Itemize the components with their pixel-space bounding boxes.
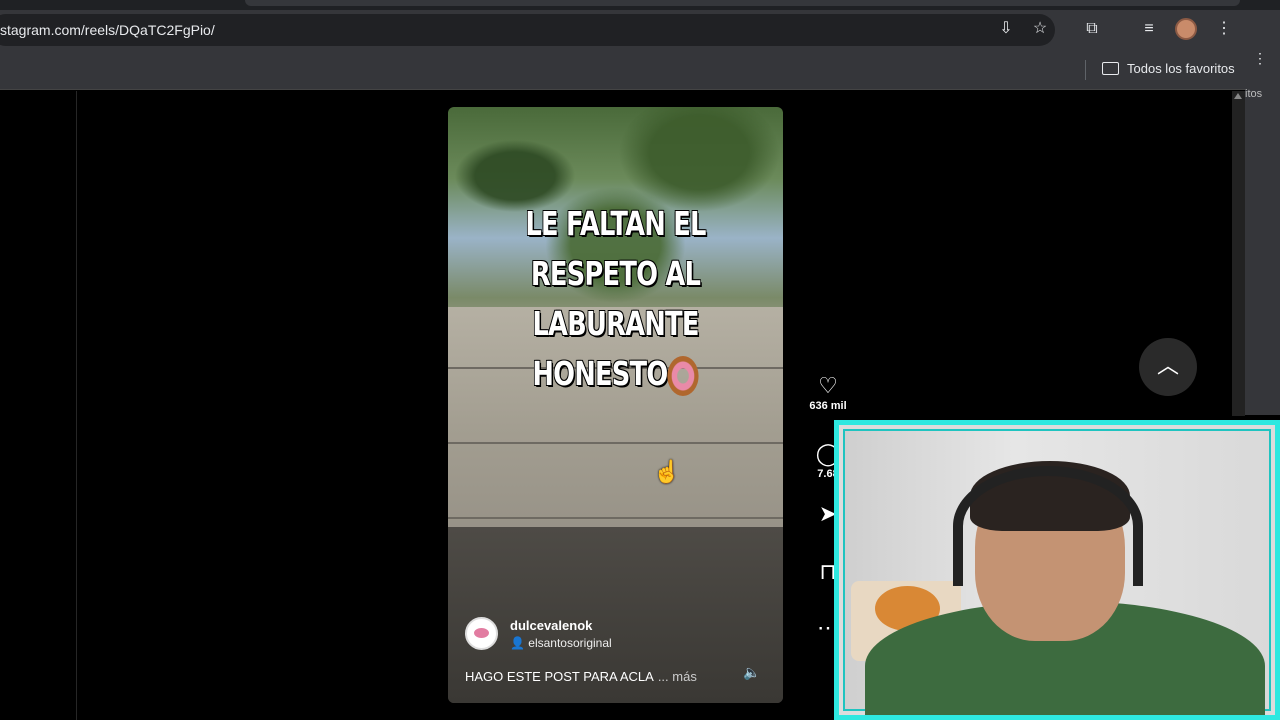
extensions-icon[interactable]: ⧉ [1081,18,1103,40]
chevron-up-icon: ︿ [1156,353,1179,378]
audio-name[interactable]: elsantosoriginal [528,636,611,650]
volume-icon[interactable]: 🔈 [743,664,760,681]
nav-divider [76,91,77,720]
tab-strip [0,0,1280,10]
author-avatar[interactable] [465,617,498,650]
media-queue-icon[interactable]: ≡ [1138,18,1160,40]
webcam-overlay [834,420,1280,720]
donut-emoji-icon [667,355,699,396]
previous-reel-button[interactable]: ︿ [1139,338,1197,396]
profile-avatar[interactable] [1175,18,1197,40]
like-count: 636 mil [809,400,847,412]
webcam-feed [843,429,1271,715]
hand-cursor-icon: ☝ [653,459,681,484]
reel-title-overlay: LE FALTAN EL RESPETO AL LABURANTE HONEST… [485,199,746,399]
caption-text: HAGO ESTE POST PARA ACLA [465,669,654,684]
side-partial-text: itos [1245,88,1263,100]
url-text[interactable]: stagram.com/reels/DQaTC2FgPio/ [0,22,215,38]
author-row[interactable]: dulcevalenok 👤 elsantosoriginal [465,617,612,650]
bookmarks-divider [1085,60,1086,80]
active-tab[interactable] [245,0,1240,6]
install-app-icon[interactable]: ⇩ [995,18,1017,40]
reel-title-line1: LE FALTAN EL RESPETO AL [525,204,706,293]
folder-icon [1102,62,1119,75]
author-name[interactable]: dulcevalenok [510,618,612,633]
menu-kebab-icon[interactable]: ⋮ [1213,18,1235,40]
like-heart-icon[interactable]: ♡ [806,372,850,400]
toolbar: stagram.com/reels/DQaTC2FgPio/ ⇩ ☆ ⧉ ≡ ⋮ [0,10,1245,50]
side-panel: ⋮ itos [1245,10,1280,415]
reel-caption: HAGO ESTE POST PARA ACLA ... más [465,669,697,684]
scroll-up-arrow-icon[interactable] [1234,93,1242,99]
address-bar[interactable]: stagram.com/reels/DQaTC2FgPio/ [0,14,1055,46]
reel-video[interactable]: LE FALTAN EL RESPETO AL LABURANTE HONEST… [448,107,783,703]
bookmark-star-icon[interactable]: ☆ [1029,18,1051,40]
audio-row[interactable]: 👤 elsantosoriginal [510,636,612,650]
webcam-headset [953,466,1143,586]
caption-more-link[interactable]: ... más [658,669,697,684]
all-bookmarks-label: Todos los favoritos [1127,61,1235,76]
side-menu-icon[interactable]: ⋮ [1253,50,1267,67]
page-scrollbar[interactable] [1232,91,1245,416]
bookmarks-bar: Todos los favoritos [0,50,1245,90]
all-bookmarks-folder[interactable]: Todos los favoritos [1102,61,1235,76]
